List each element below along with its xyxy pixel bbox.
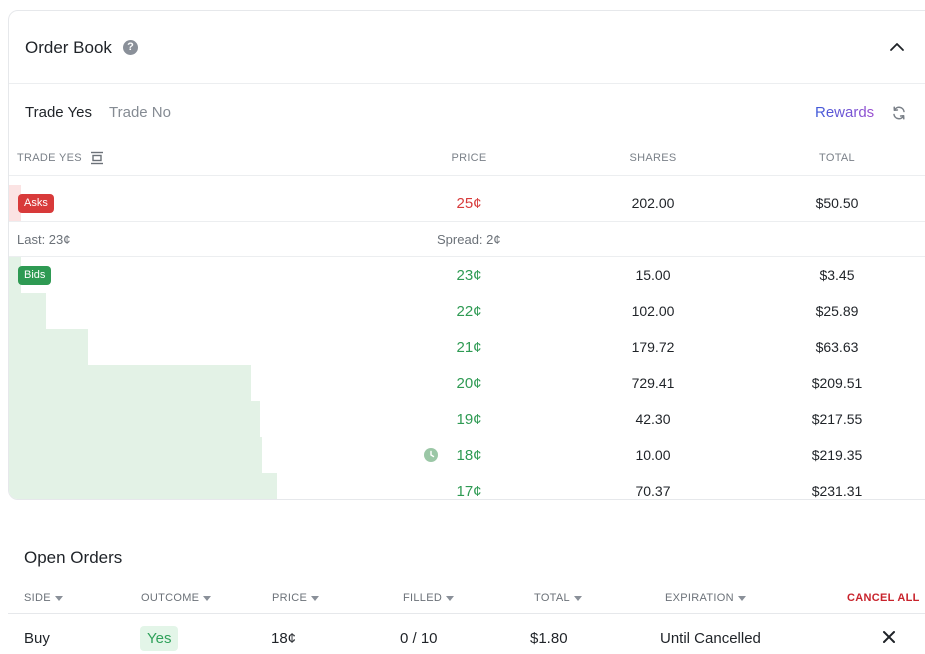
- bid-shares: 10.00: [635, 447, 671, 463]
- bid-total: $63.63: [815, 339, 859, 355]
- chevron-up-icon[interactable]: [887, 37, 907, 57]
- order-book-title: Order Book: [25, 38, 112, 57]
- bid-depth-bar: [9, 293, 46, 329]
- tab-trade-yes[interactable]: Trade Yes: [25, 104, 92, 121]
- column-header-side: SIDE: [24, 592, 51, 604]
- bid-depth-bar: [9, 437, 262, 473]
- bid-depth-bar: [9, 473, 277, 499]
- sort-side[interactable]: SIDE: [24, 592, 63, 604]
- bid-row[interactable]: 20¢ 729.41 $209.51: [9, 365, 925, 401]
- bid-shares: 729.41: [631, 375, 675, 391]
- ask-shares: 202.00: [631, 195, 675, 211]
- order-filled: 0 / 10: [400, 630, 438, 647]
- column-header-shares: SHARES: [629, 152, 677, 164]
- header-divider: [9, 175, 925, 176]
- bid-price: 17¢: [456, 483, 482, 500]
- bid-price: 20¢: [456, 375, 482, 392]
- bid-depth-bar: [9, 365, 251, 401]
- caret-down-icon: [446, 595, 455, 601]
- bid-price: 23¢: [456, 267, 482, 284]
- spread-row: Last: 23¢ Spread: 2¢: [9, 221, 925, 257]
- bid-shares: 42.30: [635, 411, 671, 427]
- bid-row[interactable]: 18¢ 10.00 $219.35: [9, 437, 925, 473]
- sort-total[interactable]: TOTAL: [534, 592, 582, 604]
- bid-shares: 102.00: [631, 303, 675, 319]
- order-book-card: Order Book ? Trade Yes Trade No Rewards …: [8, 10, 925, 500]
- bid-total: $3.45: [819, 267, 855, 283]
- bid-row[interactable]: 21¢ 179.72 $63.63: [9, 329, 925, 365]
- order-price: 18¢: [271, 630, 297, 647]
- caret-down-icon: [311, 595, 320, 601]
- open-orders-divider: [8, 613, 925, 614]
- center-align-icon[interactable]: [90, 151, 104, 165]
- bid-price: 21¢: [456, 339, 482, 356]
- tab-trade-no[interactable]: Trade No: [109, 104, 171, 121]
- bid-total: $219.35: [811, 447, 863, 463]
- bid-depth-bar: [9, 329, 88, 365]
- bid-row[interactable]: 17¢ 70.37 $231.31: [9, 473, 925, 500]
- caret-down-icon: [573, 595, 582, 601]
- order-outcome-badge: Yes: [140, 626, 179, 651]
- sort-expiration[interactable]: EXPIRATION: [665, 592, 746, 604]
- order-book-header: Order Book ?: [9, 11, 925, 84]
- column-header-trade-yes: TRADE YES: [17, 152, 82, 164]
- caret-down-icon: [54, 595, 63, 601]
- bid-total: $217.55: [811, 411, 863, 427]
- sort-price[interactable]: PRICE: [272, 592, 320, 604]
- close-icon[interactable]: [882, 630, 896, 644]
- caret-down-icon: [737, 595, 746, 601]
- ask-total: $50.50: [815, 195, 859, 211]
- bid-shares: 70.37: [635, 483, 671, 499]
- bid-shares: 15.00: [635, 267, 671, 283]
- order-expiration: Until Cancelled: [660, 630, 761, 647]
- column-header-price: PRICE: [272, 592, 308, 604]
- open-orders-title: Open Orders: [24, 548, 123, 567]
- column-header-expiration: EXPIRATION: [665, 592, 734, 604]
- column-header-price: PRICE: [451, 152, 487, 164]
- bid-depth-bar: [9, 401, 260, 437]
- trade-tabs: Trade Yes Trade No Rewards: [9, 84, 925, 140]
- column-header-total: TOTAL: [819, 152, 855, 164]
- bid-shares: 179.72: [631, 339, 675, 355]
- bid-row[interactable]: 22¢ 102.00 $25.89: [9, 293, 925, 329]
- bid-total: $231.31: [811, 483, 863, 499]
- column-header-filled: FILLED: [403, 592, 443, 604]
- bids-badge: Bids: [18, 266, 52, 285]
- bid-price: 22¢: [456, 303, 482, 320]
- asks-badge: Asks: [18, 194, 54, 213]
- bid-row[interactable]: Bids 23¢ 15.00 $3.45: [9, 257, 925, 293]
- spread-value: Spread: 2¢: [437, 232, 501, 247]
- column-header-total: TOTAL: [534, 592, 570, 604]
- cancel-all-button[interactable]: CANCEL ALL: [847, 592, 920, 604]
- bid-price: 18¢: [456, 447, 482, 464]
- bid-row[interactable]: 19¢ 42.30 $217.55: [9, 401, 925, 437]
- ask-price: 25¢: [456, 195, 482, 212]
- caret-down-icon: [203, 595, 212, 601]
- help-icon[interactable]: ?: [123, 40, 138, 55]
- ask-row[interactable]: Asks 25¢ 202.00 $50.50: [9, 185, 925, 221]
- order-total: $1.80: [530, 630, 568, 647]
- rewards-link[interactable]: Rewards: [815, 104, 874, 121]
- bid-price: 19¢: [456, 411, 482, 428]
- order-side: Buy: [24, 630, 50, 647]
- bid-total: $209.51: [811, 375, 863, 391]
- refresh-icon[interactable]: [891, 105, 907, 121]
- last-price: Last: 23¢: [17, 232, 71, 247]
- sort-filled[interactable]: FILLED: [403, 592, 455, 604]
- sort-outcome[interactable]: OUTCOME: [141, 592, 212, 604]
- bid-total: $25.89: [815, 303, 859, 319]
- column-header-outcome: OUTCOME: [141, 592, 200, 604]
